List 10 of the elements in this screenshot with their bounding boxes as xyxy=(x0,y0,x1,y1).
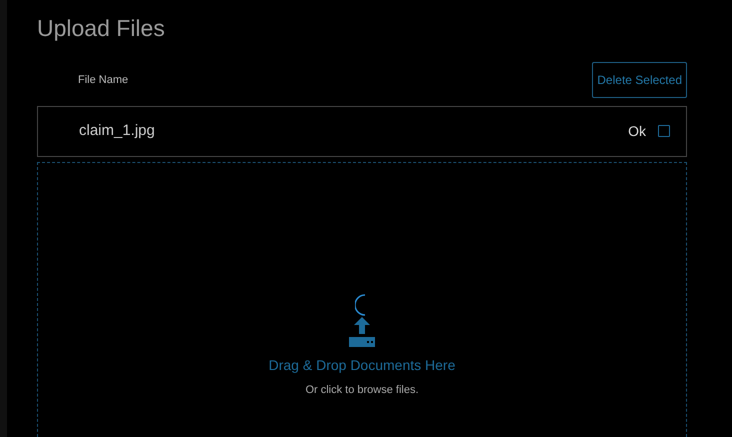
dropzone[interactable]: Drag & Drop Documents Here Or click to browse files. xyxy=(37,162,687,437)
page-title: Upload Files xyxy=(37,14,166,43)
dropzone-hint: Or click to browse files. xyxy=(305,382,419,398)
dropzone-heading: Drag & Drop Documents Here xyxy=(268,356,456,375)
upload-icon xyxy=(348,316,376,347)
file-name: claim_1.jpg xyxy=(79,121,155,142)
file-status: Ok xyxy=(628,122,646,141)
select-checkbox[interactable] xyxy=(658,125,670,138)
delete-selected-button[interactable]: Delete Selected xyxy=(592,62,687,98)
column-header: File Name xyxy=(77,72,128,88)
